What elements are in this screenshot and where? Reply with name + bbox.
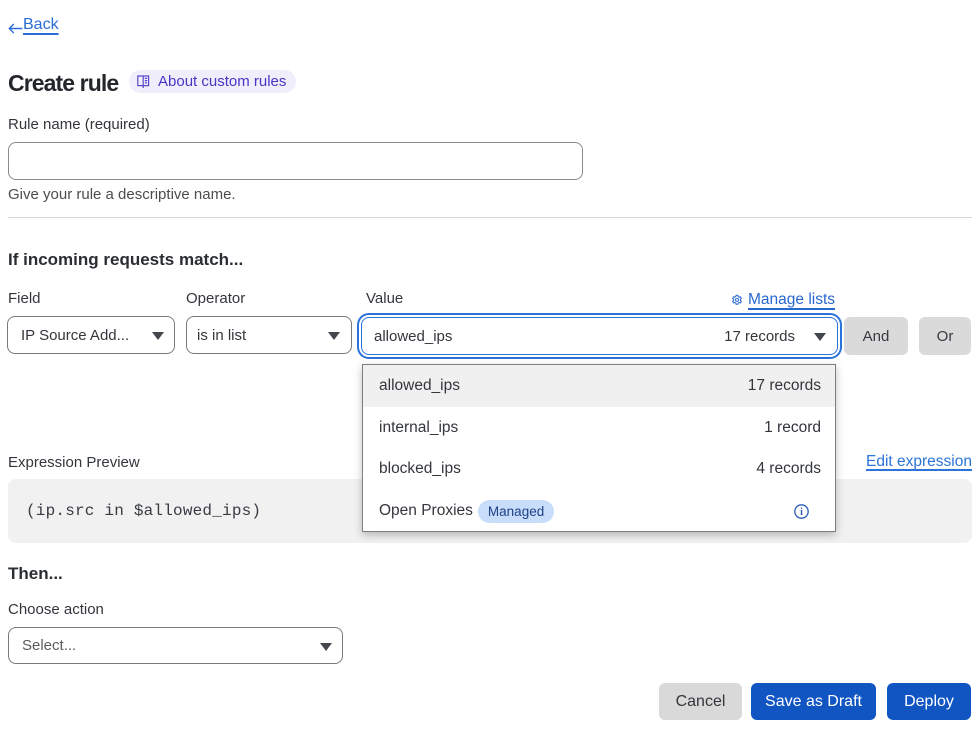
svg-text:i: i [800, 507, 803, 518]
